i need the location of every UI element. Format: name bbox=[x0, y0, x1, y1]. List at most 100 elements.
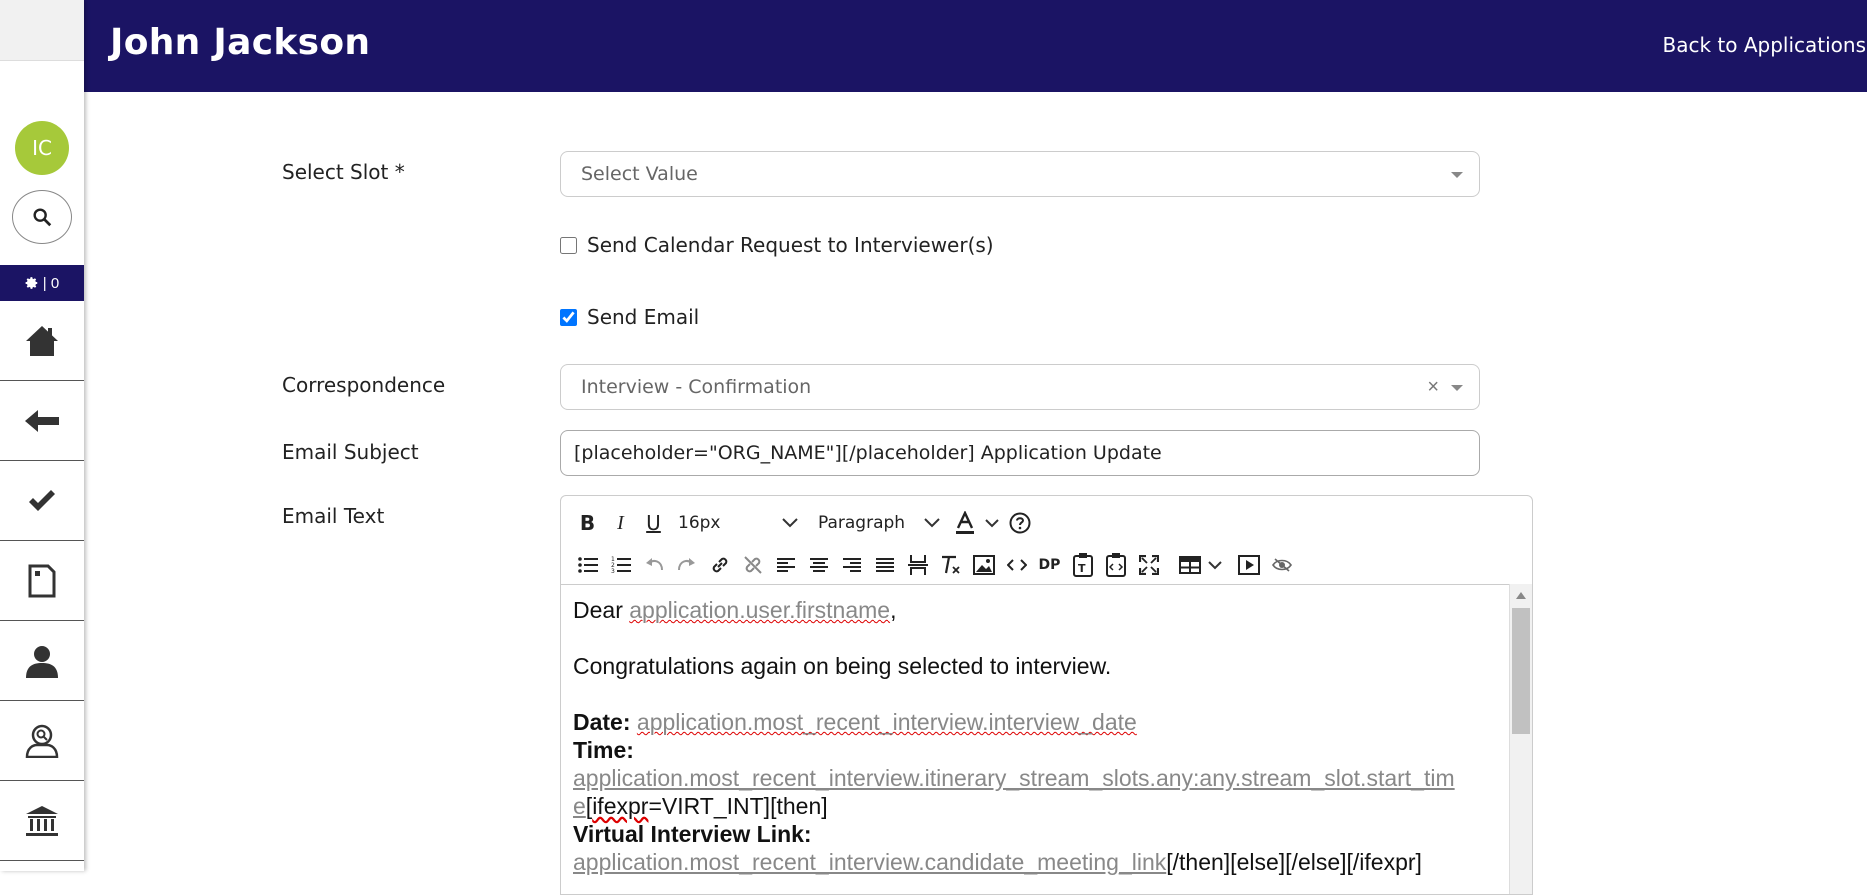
source-code-button[interactable] bbox=[1000, 548, 1033, 582]
insert-media-button[interactable] bbox=[1232, 548, 1265, 582]
align-right-icon bbox=[842, 558, 861, 572]
preview-button[interactable] bbox=[1265, 548, 1298, 582]
avatar[interactable]: IC bbox=[15, 121, 69, 175]
time-placeholder-end: e bbox=[573, 793, 586, 819]
undo-button[interactable] bbox=[637, 548, 670, 582]
insert-image-button[interactable] bbox=[967, 548, 1000, 582]
clear-icon[interactable]: × bbox=[1427, 376, 1439, 399]
send-email-checkbox[interactable] bbox=[560, 308, 577, 326]
clear-formatting-icon bbox=[941, 555, 960, 574]
fullscreen-button[interactable] bbox=[1132, 548, 1165, 582]
status-count: | 0 bbox=[42, 274, 60, 292]
sidebar-item-home[interactable] bbox=[0, 301, 84, 381]
document-icon bbox=[28, 564, 56, 597]
sidebar-item-profile[interactable] bbox=[0, 621, 84, 701]
virtual-link-label: Virtual Interview Link: bbox=[573, 821, 812, 847]
underline-icon: U bbox=[646, 511, 661, 535]
align-center-icon bbox=[809, 558, 828, 572]
page-break-button[interactable] bbox=[901, 548, 934, 582]
send-email-label: Send Email bbox=[587, 305, 700, 329]
page-break-icon bbox=[907, 555, 928, 575]
code-icon bbox=[1006, 559, 1027, 571]
font-size-select[interactable]: 16px bbox=[670, 506, 798, 540]
select-slot-dropdown[interactable]: Select Value bbox=[560, 151, 1480, 197]
virtual-link-line: application.most_recent_interview.candid… bbox=[573, 848, 1496, 876]
greeting-line: Dear application.user.firstname, bbox=[573, 596, 1496, 624]
calendar-request-row[interactable]: Send Calendar Request to Interviewer(s) bbox=[560, 233, 994, 257]
search-button[interactable] bbox=[12, 190, 72, 244]
sidebar-item-approve[interactable] bbox=[0, 461, 84, 541]
back-to-applications-link[interactable]: Back to Applications bbox=[1662, 33, 1866, 57]
block-format-select[interactable]: Paragraph bbox=[810, 506, 940, 540]
table-dropdown[interactable] bbox=[1206, 548, 1224, 582]
help-button[interactable] bbox=[1003, 506, 1036, 540]
editor-scrollbar[interactable] bbox=[1509, 584, 1532, 894]
check-icon bbox=[29, 489, 55, 511]
user-icon bbox=[26, 645, 58, 678]
unlink-button[interactable] bbox=[736, 548, 769, 582]
chevron-down-icon bbox=[924, 518, 940, 528]
editor-content[interactable]: Dear application.user.firstname, Congrat… bbox=[561, 584, 1508, 894]
italic-button[interactable]: I bbox=[604, 506, 637, 540]
arrow-left-icon bbox=[25, 409, 59, 432]
email-text-label: Email Text bbox=[282, 504, 385, 528]
ifexpr-line: e[ifexpr=VIRT_INT][then] bbox=[573, 793, 828, 819]
date-line: Date: application.most_recent_interview.… bbox=[573, 708, 1496, 736]
email-text-editor[interactable]: B I U 16px Paragraph 123 DP T Dear appli… bbox=[560, 495, 1533, 895]
image-icon bbox=[972, 555, 995, 575]
sidebar-top bbox=[0, 0, 84, 61]
calendar-request-checkbox[interactable] bbox=[560, 236, 577, 254]
font-size-value: 16px bbox=[678, 513, 721, 533]
align-center-button[interactable] bbox=[802, 548, 835, 582]
insert-link-button[interactable] bbox=[703, 548, 736, 582]
sidebar-item-back[interactable] bbox=[0, 381, 84, 461]
bold-button[interactable]: B bbox=[571, 506, 604, 540]
unlink-icon bbox=[743, 556, 762, 574]
time-placeholder: application.most_recent_interview.itiner… bbox=[573, 765, 1455, 791]
dp-button[interactable]: DP bbox=[1033, 548, 1066, 582]
ifexpr-condition: =VIRT_INT][then] bbox=[648, 793, 828, 819]
send-email-row[interactable]: Send Email bbox=[560, 305, 699, 329]
calendar-request-label: Send Calendar Request to Interviewer(s) bbox=[587, 233, 994, 257]
chevron-down-icon bbox=[1451, 385, 1463, 391]
ifexpr-tail: [/then][else][/else][/ifexpr] bbox=[1166, 849, 1422, 875]
firstname-placeholder: application.user.firstname bbox=[629, 597, 891, 623]
align-right-button[interactable] bbox=[835, 548, 868, 582]
sidebar-item-document[interactable] bbox=[0, 541, 84, 621]
meeting-link-placeholder: application.most_recent_interview.candid… bbox=[573, 849, 1167, 875]
correspondence-dropdown[interactable]: Interview - Confirmation × bbox=[560, 364, 1480, 410]
help-icon bbox=[1009, 512, 1030, 534]
select-slot-value: Select Value bbox=[581, 163, 698, 185]
sidebar-item-institution[interactable] bbox=[0, 781, 84, 861]
email-subject-input[interactable]: [placeholder="ORG_NAME"][/placeholder] A… bbox=[560, 430, 1480, 476]
email-subject-value: [placeholder="ORG_NAME"][/placeholder] A… bbox=[574, 442, 1162, 464]
insert-template-button[interactable]: T bbox=[1066, 548, 1099, 582]
insert-table-button[interactable] bbox=[1173, 548, 1206, 582]
align-left-button[interactable] bbox=[769, 548, 802, 582]
undo-icon bbox=[645, 558, 663, 571]
align-left-icon bbox=[776, 558, 795, 572]
status-bar[interactable]: | 0 bbox=[0, 265, 84, 301]
table-icon bbox=[1178, 556, 1201, 574]
clear-formatting-button[interactable] bbox=[934, 548, 967, 582]
insert-code-template-button[interactable] bbox=[1099, 548, 1132, 582]
editor-toolbar: B I U 16px Paragraph 123 DP T bbox=[561, 496, 1532, 585]
user-search-icon bbox=[25, 724, 59, 758]
text-color-button[interactable] bbox=[948, 506, 981, 540]
bullet-list-button[interactable] bbox=[571, 548, 604, 582]
institution-icon bbox=[26, 805, 58, 836]
chevron-down-icon bbox=[1208, 560, 1222, 569]
gear-icon bbox=[25, 277, 38, 289]
sidebar-item-interviewer[interactable] bbox=[0, 701, 84, 781]
time-label: Time: bbox=[573, 737, 634, 763]
scroll-up-icon[interactable] bbox=[1516, 592, 1526, 599]
numbered-list-button[interactable]: 123 bbox=[604, 548, 637, 582]
redo-button[interactable] bbox=[670, 548, 703, 582]
code-template-icon bbox=[1105, 553, 1126, 577]
underline-button[interactable]: U bbox=[637, 506, 670, 540]
justify-button[interactable] bbox=[868, 548, 901, 582]
text-color-dropdown[interactable] bbox=[981, 506, 1003, 540]
correspondence-value: Interview - Confirmation bbox=[581, 376, 812, 398]
scrollbar-thumb[interactable] bbox=[1512, 608, 1530, 734]
numbered-list-icon: 123 bbox=[611, 556, 631, 574]
